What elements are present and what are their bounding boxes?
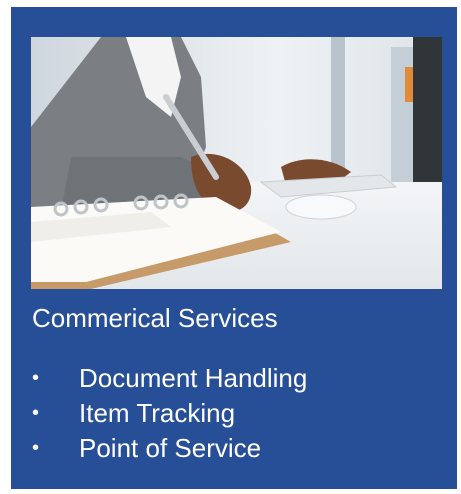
bullet-icon: • [32,402,40,424]
section-heading: Commerical Services [32,303,278,333]
services-card: Commerical Services • Document Handling … [11,7,457,489]
service-label: Item Tracking [79,398,236,428]
list-item: • Document Handling [32,361,307,396]
bullet-icon: • [32,367,40,389]
person-writing-image [31,37,442,289]
list-item: • Point of Service [32,431,307,466]
services-list: • Document Handling • Item Tracking • Po… [32,361,307,466]
bullet-icon: • [32,437,40,459]
service-label: Document Handling [79,363,308,393]
service-label: Point of Service [79,433,262,463]
list-item: • Item Tracking [32,396,307,431]
